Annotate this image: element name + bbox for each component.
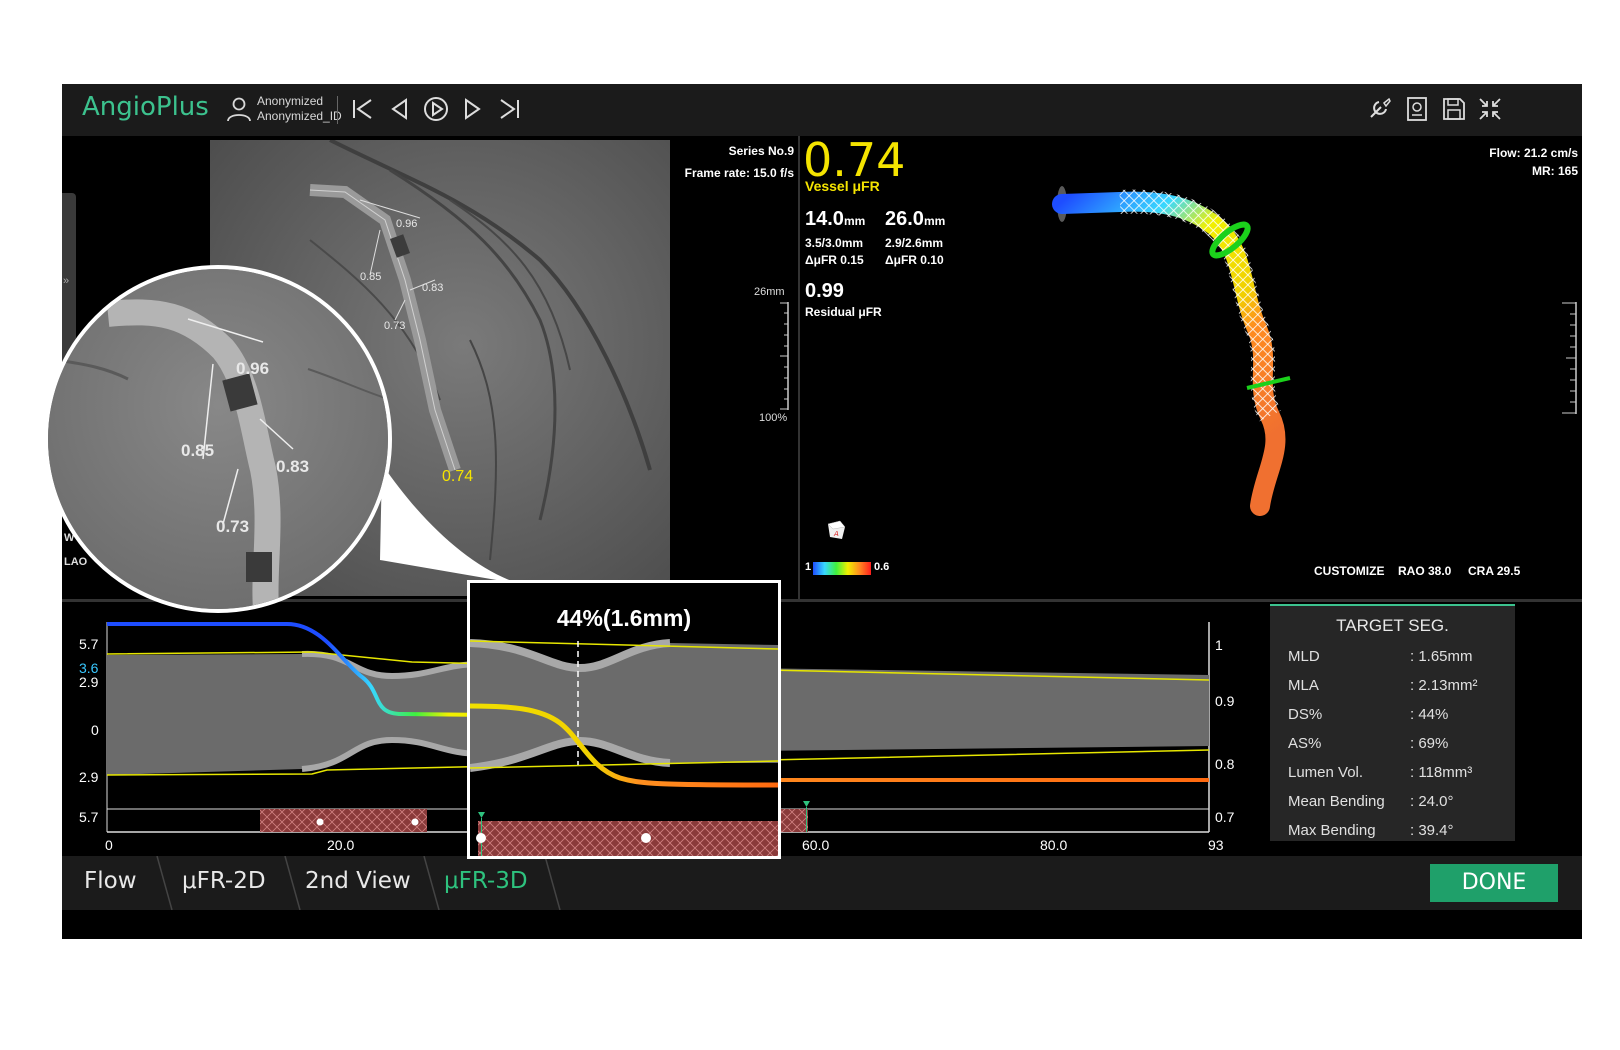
zoom-stenosis-box: 44%(1.6mm) [467,580,781,859]
zoom-magnifier-drawing [48,269,388,609]
stenosis-percent-label: 44%(1.6mm) [556,605,692,631]
zoom-branch-value-2: 0.85 [181,441,215,460]
zoom-branch-value-3: 0.83 [276,457,310,476]
zoom-branch-value-1: 0.96 [236,359,270,378]
zoom-magnifier: 0.96 0.85 0.83 0.73 [44,265,392,613]
zoom-branch-value-4: 0.73 [216,517,250,536]
